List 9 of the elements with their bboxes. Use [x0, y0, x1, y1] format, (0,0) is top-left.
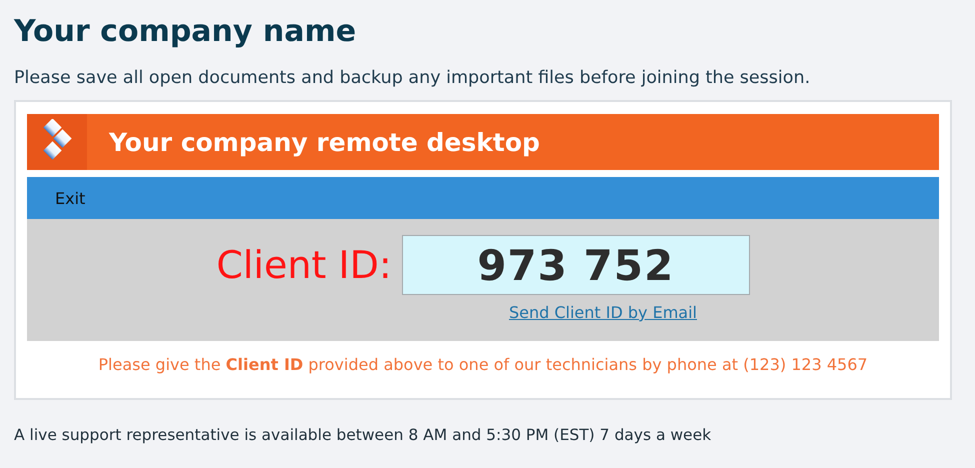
client-id-field: 973 752 [402, 235, 750, 295]
intro-text: Please save all open documents and backup any important files before joining the session. [14, 67, 812, 90]
send-email-link[interactable]: Send Client ID by Email [508, 303, 697, 322]
company-heading: Your company name [14, 13, 358, 51]
panel-title: Your company remote desktop [109, 128, 540, 156]
client-id-label: Client ID: [216, 243, 392, 287]
exit-menu-item[interactable]: Exit [55, 188, 86, 208]
instructions-text: Please give the Client ID provided above to one of our technicians by phone at (123) 123 4567 [97, 355, 869, 374]
availability-text: A live support representative is available between 8 AM and 5:30 PM (EST) 7 days a week [14, 426, 712, 444]
